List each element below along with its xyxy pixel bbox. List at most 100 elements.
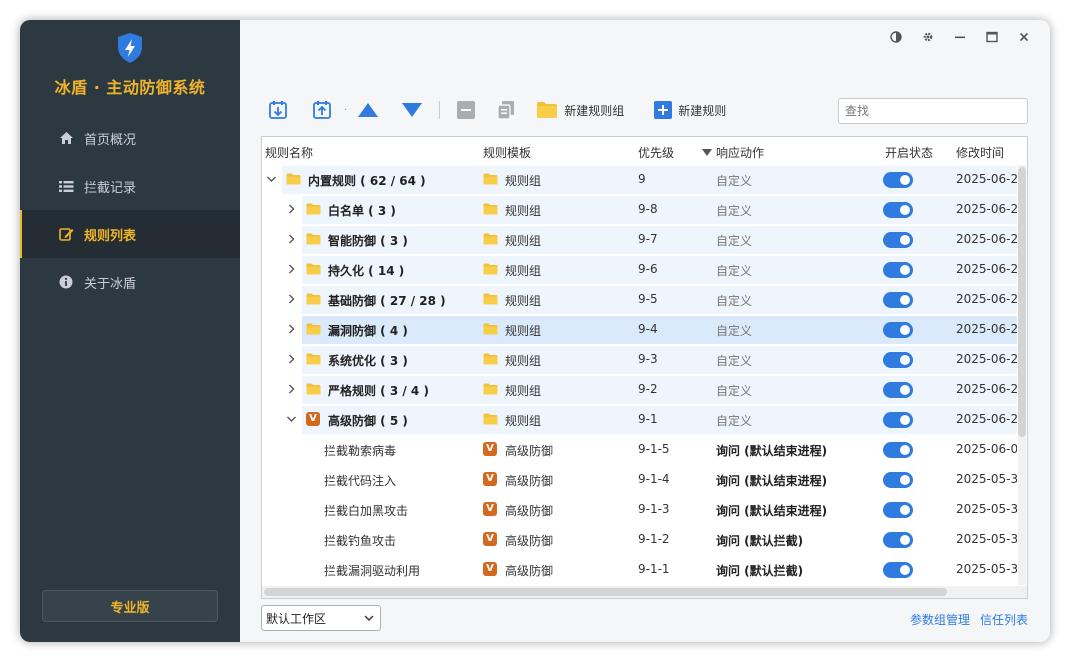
theme-icon[interactable] [880, 28, 912, 46]
sidebar-item-2[interactable]: 规则列表 [20, 210, 240, 258]
column-header-3[interactable]: 响应动作 [702, 144, 764, 161]
workspace-select[interactable]: 默认工作区 [261, 605, 381, 631]
column-header-4[interactable]: 开启状态 [885, 144, 933, 161]
folder-icon [306, 263, 321, 275]
minimize-icon[interactable] [944, 28, 976, 46]
chevron-right-icon[interactable] [286, 352, 298, 366]
gear-icon[interactable] [912, 28, 944, 46]
rule-action: 自定义 [716, 294, 753, 308]
rule-name: 白名单 ( 3 ) [328, 204, 396, 218]
enabled-toggle[interactable] [883, 322, 913, 338]
enabled-toggle[interactable] [883, 442, 913, 458]
rule-template: 规则组 [505, 354, 542, 368]
rule-action: 自定义 [716, 204, 753, 218]
chevron-right-icon[interactable] [286, 232, 298, 246]
sidebar-item-3[interactable]: 关于冰盾 [20, 258, 240, 306]
chevron-down-icon[interactable] [266, 172, 278, 186]
enabled-toggle[interactable] [883, 292, 913, 308]
folder-icon [483, 173, 498, 185]
enabled-toggle[interactable] [883, 502, 913, 518]
rule-template: 规则组 [505, 414, 542, 428]
table-row[interactable]: 拦截漏洞驱动利用 V 高级防御 9-1-1 询问 (默认拦截) 2025-05-30 [262, 555, 1017, 585]
rule-priority: 9-1-3 [638, 502, 670, 516]
folder-icon [306, 233, 321, 245]
chevron-right-icon[interactable] [286, 262, 298, 276]
copy-icon[interactable] [494, 97, 518, 123]
new-rule-button[interactable]: 新建规则 [654, 97, 726, 123]
rule-template: 规则组 [505, 204, 542, 218]
table-row[interactable]: 持久化 ( 14 ) 规则组 9-6 自定义 2025-06-2 [262, 255, 1017, 285]
column-header-1[interactable]: 规则模板 [483, 144, 531, 161]
new-rule-group-button[interactable]: 新建规则组 [536, 97, 624, 123]
rule-template: 高级防御 [505, 534, 554, 548]
enabled-toggle[interactable] [883, 352, 913, 368]
folder-icon [306, 353, 321, 365]
table-row[interactable]: 内置规则 ( 62 / 64 ) 规则组 9 自定义 2025-06-2 [262, 165, 1017, 195]
sidebar-item-label: 规则列表 [84, 228, 137, 244]
enabled-toggle[interactable] [883, 202, 913, 218]
enabled-toggle[interactable] [883, 412, 913, 428]
enabled-toggle[interactable] [883, 472, 913, 488]
rule-priority: 9-1-2 [638, 532, 670, 546]
column-header-0[interactable]: 规则名称 [265, 144, 313, 161]
export-icon[interactable] [310, 97, 334, 123]
param-group-link[interactable]: 参数组管理 [910, 611, 970, 628]
folder-icon [483, 233, 498, 245]
table-row[interactable]: V 高级防御 ( 5 ) 规则组 9-1 自定义 2025-06-2 [262, 405, 1017, 435]
enabled-toggle[interactable] [883, 232, 913, 248]
chevron-right-icon[interactable] [286, 382, 298, 396]
remove-icon[interactable] [454, 97, 478, 123]
rule-action: 自定义 [716, 384, 753, 398]
folder-icon [483, 263, 498, 275]
new-rule-group-label: 新建规则组 [564, 103, 625, 118]
rule-template: 高级防御 [505, 564, 554, 578]
table-row[interactable]: 白名单 ( 3 ) 规则组 9-8 自定义 2025-06-2 [262, 195, 1017, 225]
chevron-right-icon[interactable] [286, 292, 298, 306]
table-row[interactable]: 严格规则 ( 3 / 4 ) 规则组 9-2 自定义 2025-06-2 [262, 375, 1017, 405]
enabled-toggle[interactable] [883, 262, 913, 278]
maximize-icon[interactable] [976, 28, 1008, 46]
table-row[interactable]: 拦截钓鱼攻击 V 高级防御 9-1-2 询问 (默认拦截) 2025-05-30 [262, 525, 1017, 555]
rule-priority: 9-1-1 [638, 562, 670, 576]
column-header-label: 修改时间 [956, 146, 1005, 160]
column-header-5[interactable]: 修改时间 [956, 144, 1004, 161]
rule-action: 询问 (默认结束进程) [716, 444, 828, 458]
move-down-icon[interactable] [399, 97, 425, 123]
trust-list-link[interactable]: 信任列表 [980, 611, 1028, 628]
sidebar: 冰盾 · 主动防御系统 首页概况 拦截记录 规则列表 关于冰盾 专业版 [20, 20, 240, 642]
enabled-toggle[interactable] [883, 532, 913, 548]
horizontal-scrollbar-thumb[interactable] [264, 588, 947, 596]
new-rule-label: 新建规则 [678, 103, 727, 118]
enabled-toggle[interactable] [883, 382, 913, 398]
enabled-toggle[interactable] [883, 562, 913, 578]
info-icon [58, 274, 74, 290]
table-row[interactable]: 拦截代码注入 V 高级防御 9-1-4 询问 (默认结束进程) 2025-05-30 [262, 465, 1017, 495]
vertical-scrollbar-thumb[interactable] [1018, 167, 1026, 437]
folder-icon [537, 102, 558, 118]
pro-edition-button[interactable]: 专业版 [42, 590, 218, 622]
move-up-icon[interactable] [355, 97, 381, 123]
table-row[interactable]: 拦截白加黑攻击 V 高级防御 9-1-3 询问 (默认结束进程) 2025-05-30 [262, 495, 1017, 525]
search-input[interactable] [838, 98, 1028, 124]
table-row[interactable]: 拦截勒索病毒 V 高级防御 9-1-5 询问 (默认结束进程) 2025-06-0 [262, 435, 1017, 465]
chevron-down-icon[interactable] [286, 412, 298, 426]
rule-priority: 9-2 [638, 382, 658, 396]
table-row[interactable]: 系统优化 ( 3 ) 规则组 9-3 自定义 2025-06-2 [262, 345, 1017, 375]
chevron-right-icon[interactable] [286, 202, 298, 216]
rule-action: 自定义 [716, 324, 753, 338]
advanced-defense-badge-icon: V [483, 502, 497, 516]
rule-template: 规则组 [505, 264, 542, 278]
rule-modified-time: 2025-06-2 [956, 232, 1017, 246]
enabled-toggle[interactable] [883, 172, 913, 188]
import-icon[interactable] [266, 97, 290, 123]
close-icon[interactable] [1008, 28, 1040, 46]
sidebar-item-0[interactable]: 首页概况 [20, 114, 240, 162]
rule-name: 系统优化 ( 3 ) [328, 354, 408, 368]
rule-action: 询问 (默认拦截) [716, 534, 804, 548]
column-header-2[interactable]: 优先级 [638, 144, 674, 161]
table-row[interactable]: 漏洞防御 ( 4 ) 规则组 9-4 自定义 2025-06-2 [262, 315, 1017, 345]
table-row[interactable]: 智能防御 ( 3 ) 规则组 9-7 自定义 2025-06-2 [262, 225, 1017, 255]
table-row[interactable]: 基础防御 ( 27 / 28 ) 规则组 9-5 自定义 2025-06-2 [262, 285, 1017, 315]
chevron-right-icon[interactable] [286, 322, 298, 336]
sidebar-item-1[interactable]: 拦截记录 [20, 162, 240, 210]
